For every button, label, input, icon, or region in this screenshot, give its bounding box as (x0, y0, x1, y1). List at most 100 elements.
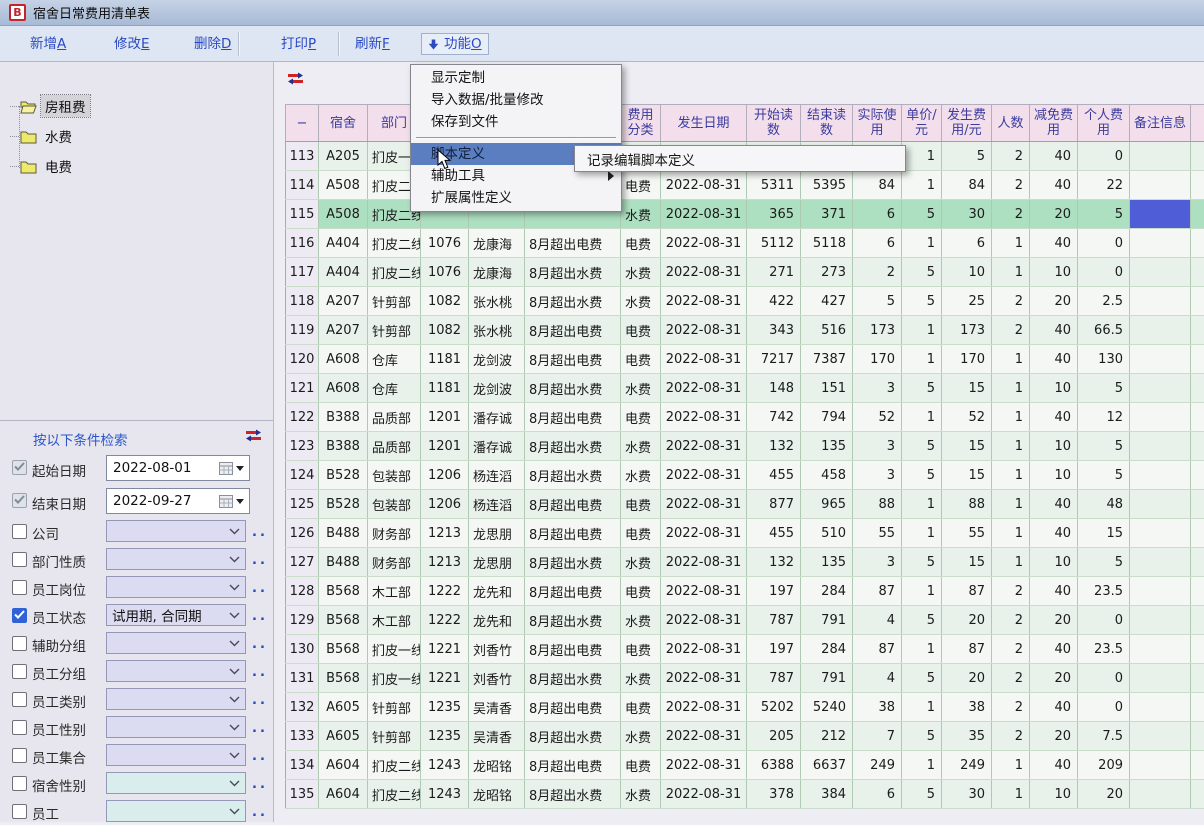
table-cell[interactable]: 张水桃 (469, 287, 525, 316)
table-cell[interactable]: 电费 (621, 403, 661, 432)
table-cell[interactable]: 1 (992, 490, 1030, 519)
table-cell[interactable]: 0 (1078, 142, 1130, 171)
table-cell[interactable]: 电费 (621, 490, 661, 519)
table-cell[interactable]: 173 (942, 316, 992, 345)
table-cell[interactable]: 38 (853, 693, 902, 722)
table-cell[interactable]: 8月超出水费 (525, 287, 621, 316)
table-cell[interactable]: 电费 (621, 693, 661, 722)
table-cell[interactable] (1130, 403, 1191, 432)
table-cell[interactable] (1130, 432, 1191, 461)
table-cell[interactable]: 水费 (621, 258, 661, 287)
menu-item-2[interactable]: 导入数据/批量修改 (411, 89, 621, 111)
table-cell[interactable]: 0 (1078, 664, 1130, 693)
table-cell[interactable]: 2022-08-31 (661, 693, 747, 722)
lookup-dots-button[interactable]: .. (252, 553, 268, 568)
column-header-17[interactable]: 备注信息 (1130, 105, 1191, 142)
table-cell[interactable]: 422 (747, 287, 801, 316)
table-cell[interactable]: 0 (1078, 693, 1130, 722)
filter-select[interactable] (106, 520, 246, 542)
table-cell[interactable]: A207 (319, 316, 368, 345)
table-cell[interactable]: 1222 (421, 606, 469, 635)
table-cell[interactable]: 40 (1030, 751, 1078, 780)
table-cell[interactable]: 273 (801, 258, 853, 287)
row-number-cell[interactable]: 127 (286, 548, 319, 577)
column-header-1[interactable]: − (286, 105, 319, 142)
table-cell[interactable]: 水费 (621, 548, 661, 577)
table-cell[interactable]: 8月超出水费 (525, 722, 621, 751)
table-cell[interactable]: 8月超出电费 (525, 229, 621, 258)
date-dropdown-arrow[interactable] (236, 499, 244, 504)
row-number-cell[interactable]: 120 (286, 345, 319, 374)
table-cell[interactable]: 8月超出电费 (525, 403, 621, 432)
row-number-cell[interactable]: 128 (286, 577, 319, 606)
table-cell[interactable]: 8月超出电费 (525, 693, 621, 722)
row-number-cell[interactable]: 134 (286, 751, 319, 780)
date-input[interactable]: 2022-09-27 (106, 488, 250, 514)
table-cell[interactable] (1130, 606, 1191, 635)
column-header-11[interactable]: 实际使用 (853, 105, 902, 142)
table-cell[interactable]: 151 (801, 374, 853, 403)
table-cell[interactable]: 284 (801, 577, 853, 606)
row-number-cell[interactable]: 114 (286, 171, 319, 200)
table-cell[interactable]: A604 (319, 780, 368, 809)
table-cell[interactable]: 4 (853, 664, 902, 693)
date-dropdown-arrow[interactable] (236, 466, 244, 471)
table-cell[interactable]: 电费 (621, 171, 661, 200)
table-cell[interactable]: 0 (1078, 229, 1130, 258)
table-cell[interactable] (1130, 171, 1191, 200)
filter-checkbox[interactable] (12, 552, 27, 567)
table-cell[interactable]: 52 (853, 403, 902, 432)
table-cell[interactable]: 1 (992, 519, 1030, 548)
table-cell[interactable]: 5 (902, 664, 942, 693)
table-cell[interactable]: 龙先和 (469, 606, 525, 635)
row-number-cell[interactable]: 122 (286, 403, 319, 432)
table-cell[interactable]: 8月超出电费 (525, 345, 621, 374)
column-header-10[interactable]: 结束读数 (801, 105, 853, 142)
table-cell[interactable]: 40 (1030, 577, 1078, 606)
row-number-cell[interactable]: 118 (286, 287, 319, 316)
table-cell[interactable]: 787 (747, 664, 801, 693)
table-cell[interactable]: 40 (1030, 229, 1078, 258)
table-cell[interactable]: 8月超出电费 (525, 751, 621, 780)
table-cell[interactable]: 2022-08-31 (661, 229, 747, 258)
table-cell[interactable]: 5311 (747, 171, 801, 200)
table-cell[interactable]: 5 (902, 200, 942, 229)
table-cell[interactable]: 财务部 (368, 548, 421, 577)
table-cell[interactable]: 木工部 (368, 606, 421, 635)
table-cell[interactable]: A605 (319, 693, 368, 722)
table-cell[interactable]: 455 (747, 461, 801, 490)
table-cell[interactable]: 针剪部 (368, 287, 421, 316)
table-cell[interactable]: 87 (942, 577, 992, 606)
filter-checkbox[interactable] (12, 720, 27, 735)
table-cell[interactable]: 10 (1030, 432, 1078, 461)
table-cell[interactable]: 1222 (421, 577, 469, 606)
table-cell[interactable]: 8月超出水费 (525, 432, 621, 461)
toolbar-button-2[interactable]: 修改E (114, 33, 150, 55)
filter-checkbox[interactable] (12, 636, 27, 651)
table-cell[interactable]: 6 (853, 780, 902, 809)
row-number-cell[interactable]: 123 (286, 432, 319, 461)
table-cell[interactable]: 40 (1030, 142, 1078, 171)
filter-select[interactable]: 试用期, 合同期 (106, 604, 246, 626)
table-cell[interactable]: 5 (902, 722, 942, 751)
table-cell[interactable]: 88 (942, 490, 992, 519)
table-cell[interactable]: 6 (853, 229, 902, 258)
row-number-cell[interactable]: 125 (286, 490, 319, 519)
table-cell[interactable]: 吴清香 (469, 722, 525, 751)
table-cell[interactable]: 包装部 (368, 490, 421, 519)
table-cell[interactable]: 791 (801, 606, 853, 635)
table-cell[interactable]: 1206 (421, 461, 469, 490)
table-cell[interactable]: 2 (992, 577, 1030, 606)
table-cell[interactable]: 2022-08-31 (661, 722, 747, 751)
table-cell[interactable]: 5395 (801, 171, 853, 200)
table-cell[interactable]: B488 (319, 548, 368, 577)
table-cell[interactable] (1130, 722, 1191, 751)
table-cell[interactable] (1130, 200, 1191, 229)
table-cell[interactable]: 40 (1030, 490, 1078, 519)
table-cell[interactable]: 48 (1078, 490, 1130, 519)
table-cell[interactable]: A404 (319, 258, 368, 287)
table-cell[interactable]: 1 (992, 751, 1030, 780)
table-cell[interactable]: 2 (992, 693, 1030, 722)
table-cell[interactable]: 2.5 (1078, 287, 1130, 316)
table-cell[interactable]: 1082 (421, 316, 469, 345)
